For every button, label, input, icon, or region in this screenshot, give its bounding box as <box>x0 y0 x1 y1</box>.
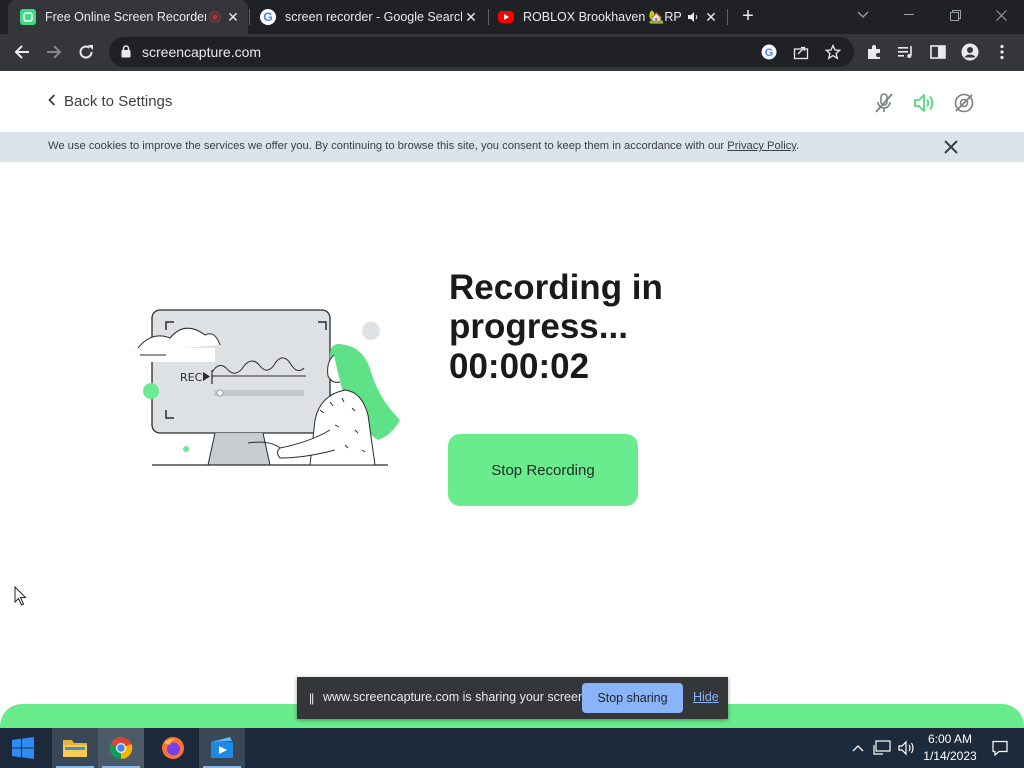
recording-illustration: REC <box>130 300 410 475</box>
minimize-button[interactable] <box>886 0 932 30</box>
media-control-icon[interactable] <box>897 43 915 61</box>
cookie-close-icon[interactable] <box>943 139 959 155</box>
sharing-message: www.screencapture.com is sharing your sc… <box>323 690 589 704</box>
tab-search-icon[interactable] <box>840 0 886 30</box>
restore-button[interactable] <box>932 0 978 30</box>
tab-close-icon[interactable]: ✕ <box>702 8 720 26</box>
back-to-settings-link[interactable]: Back to Settings <box>48 93 172 110</box>
mic-off-icon[interactable] <box>872 91 896 115</box>
cookie-message: We use cookies to improve the services w… <box>48 140 725 152</box>
tab-roblox-youtube[interactable]: ROBLOX Brookhaven 🏡RP - ✕ <box>490 0 726 34</box>
bookmark-star-icon[interactable] <box>825 44 841 60</box>
recording-title: Recording in progress... <box>449 268 663 346</box>
cookie-text: We use cookies to improve the services w… <box>48 140 799 152</box>
svg-text:G: G <box>765 47 774 59</box>
share-icon[interactable] <box>793 44 809 60</box>
taskbar-file-explorer[interactable] <box>52 728 98 768</box>
tab-close-icon[interactable]: ✕ <box>224 8 242 26</box>
more-menu-icon[interactable] <box>993 43 1011 61</box>
chevron-left-icon <box>48 93 56 110</box>
page-header: Back to Settings <box>0 71 1024 132</box>
tab-separator <box>488 9 489 25</box>
address-bar[interactable]: screencapture.com G <box>109 37 854 67</box>
rec-label: REC <box>180 371 203 384</box>
windows-taskbar: 6:00 AM 1/14/2023 <box>0 728 1024 768</box>
clock-time: 6:00 AM <box>927 732 973 746</box>
stop-recording-button[interactable]: Stop Recording <box>448 434 638 506</box>
new-tab-button[interactable]: + <box>737 6 759 28</box>
clock-date: 1/14/2023 <box>923 749 977 763</box>
firefox-icon <box>162 737 184 759</box>
hide-link[interactable]: Hide <box>693 690 719 704</box>
tab-google-search[interactable]: G screen recorder - Google Search ✕ <box>250 0 486 34</box>
profile-avatar-icon[interactable] <box>961 43 979 61</box>
taskbar-firefox[interactable] <box>150 728 196 768</box>
drag-handle-icon[interactable]: || <box>309 691 314 705</box>
side-panel-icon[interactable] <box>929 43 947 61</box>
mouse-cursor-icon <box>14 585 28 606</box>
google-icon: G <box>260 9 276 25</box>
taskbar-clock[interactable]: 6:00 AM 1/14/2023 <box>918 731 982 765</box>
chrome-icon <box>109 737 133 760</box>
network-icon[interactable] <box>873 739 891 757</box>
screen-sharing-notice: || www.screencapture.com is sharing your… <box>297 677 728 719</box>
tab-screen-recorder[interactable]: Free Online Screen Recorder ✕ <box>8 0 248 34</box>
tab-title: screen recorder - Google Search <box>285 10 462 24</box>
lock-icon[interactable] <box>121 45 131 63</box>
stop-sharing-button[interactable]: Stop sharing <box>582 683 683 713</box>
google-lens-icon[interactable]: G <box>761 44 777 60</box>
taskbar-screen-recorder-app[interactable] <box>199 728 245 768</box>
audio-playing-icon[interactable] <box>684 8 702 26</box>
tab-title: Free Online Screen Recorder <box>45 10 206 24</box>
cookie-end-period: . <box>796 140 800 152</box>
start-button[interactable] <box>0 728 46 768</box>
forward-button[interactable] <box>41 39 67 65</box>
browser-toolbar: screencapture.com G <box>0 34 1024 71</box>
close-window-button[interactable] <box>978 0 1024 30</box>
browser-tab-bar: Free Online Screen Recorder ✕ G screen r… <box>0 0 1024 34</box>
back-button[interactable] <box>9 39 35 65</box>
screen-recorder-app-icon <box>211 737 233 758</box>
url-text[interactable]: screencapture.com <box>142 44 261 60</box>
file-explorer-icon <box>63 740 87 757</box>
volume-icon[interactable] <box>897 739 915 757</box>
youtube-icon <box>498 11 514 23</box>
back-to-settings-label: Back to Settings <box>64 93 173 110</box>
recording-timer: 00:00:02 <box>449 347 590 386</box>
speaker-on-icon[interactable] <box>912 91 936 115</box>
cookie-banner: We use cookies to improve the services w… <box>0 132 1024 162</box>
notifications-icon[interactable] <box>991 739 1009 757</box>
show-hidden-icons-icon[interactable] <box>849 739 867 757</box>
tab-title: ROBLOX Brookhaven 🏡RP - <box>523 9 684 24</box>
recording-dot-icon <box>206 8 224 26</box>
reload-button[interactable] <box>73 39 99 65</box>
tab-close-icon[interactable]: ✕ <box>462 8 480 26</box>
windows-logo-icon <box>12 737 34 759</box>
taskbar-chrome[interactable] <box>98 728 144 768</box>
tab-separator <box>727 9 728 25</box>
privacy-policy-link[interactable]: Privacy Policy <box>727 140 796 152</box>
screencapture-icon <box>20 9 36 25</box>
camera-off-icon[interactable] <box>952 91 976 115</box>
extensions-icon[interactable] <box>865 43 883 61</box>
